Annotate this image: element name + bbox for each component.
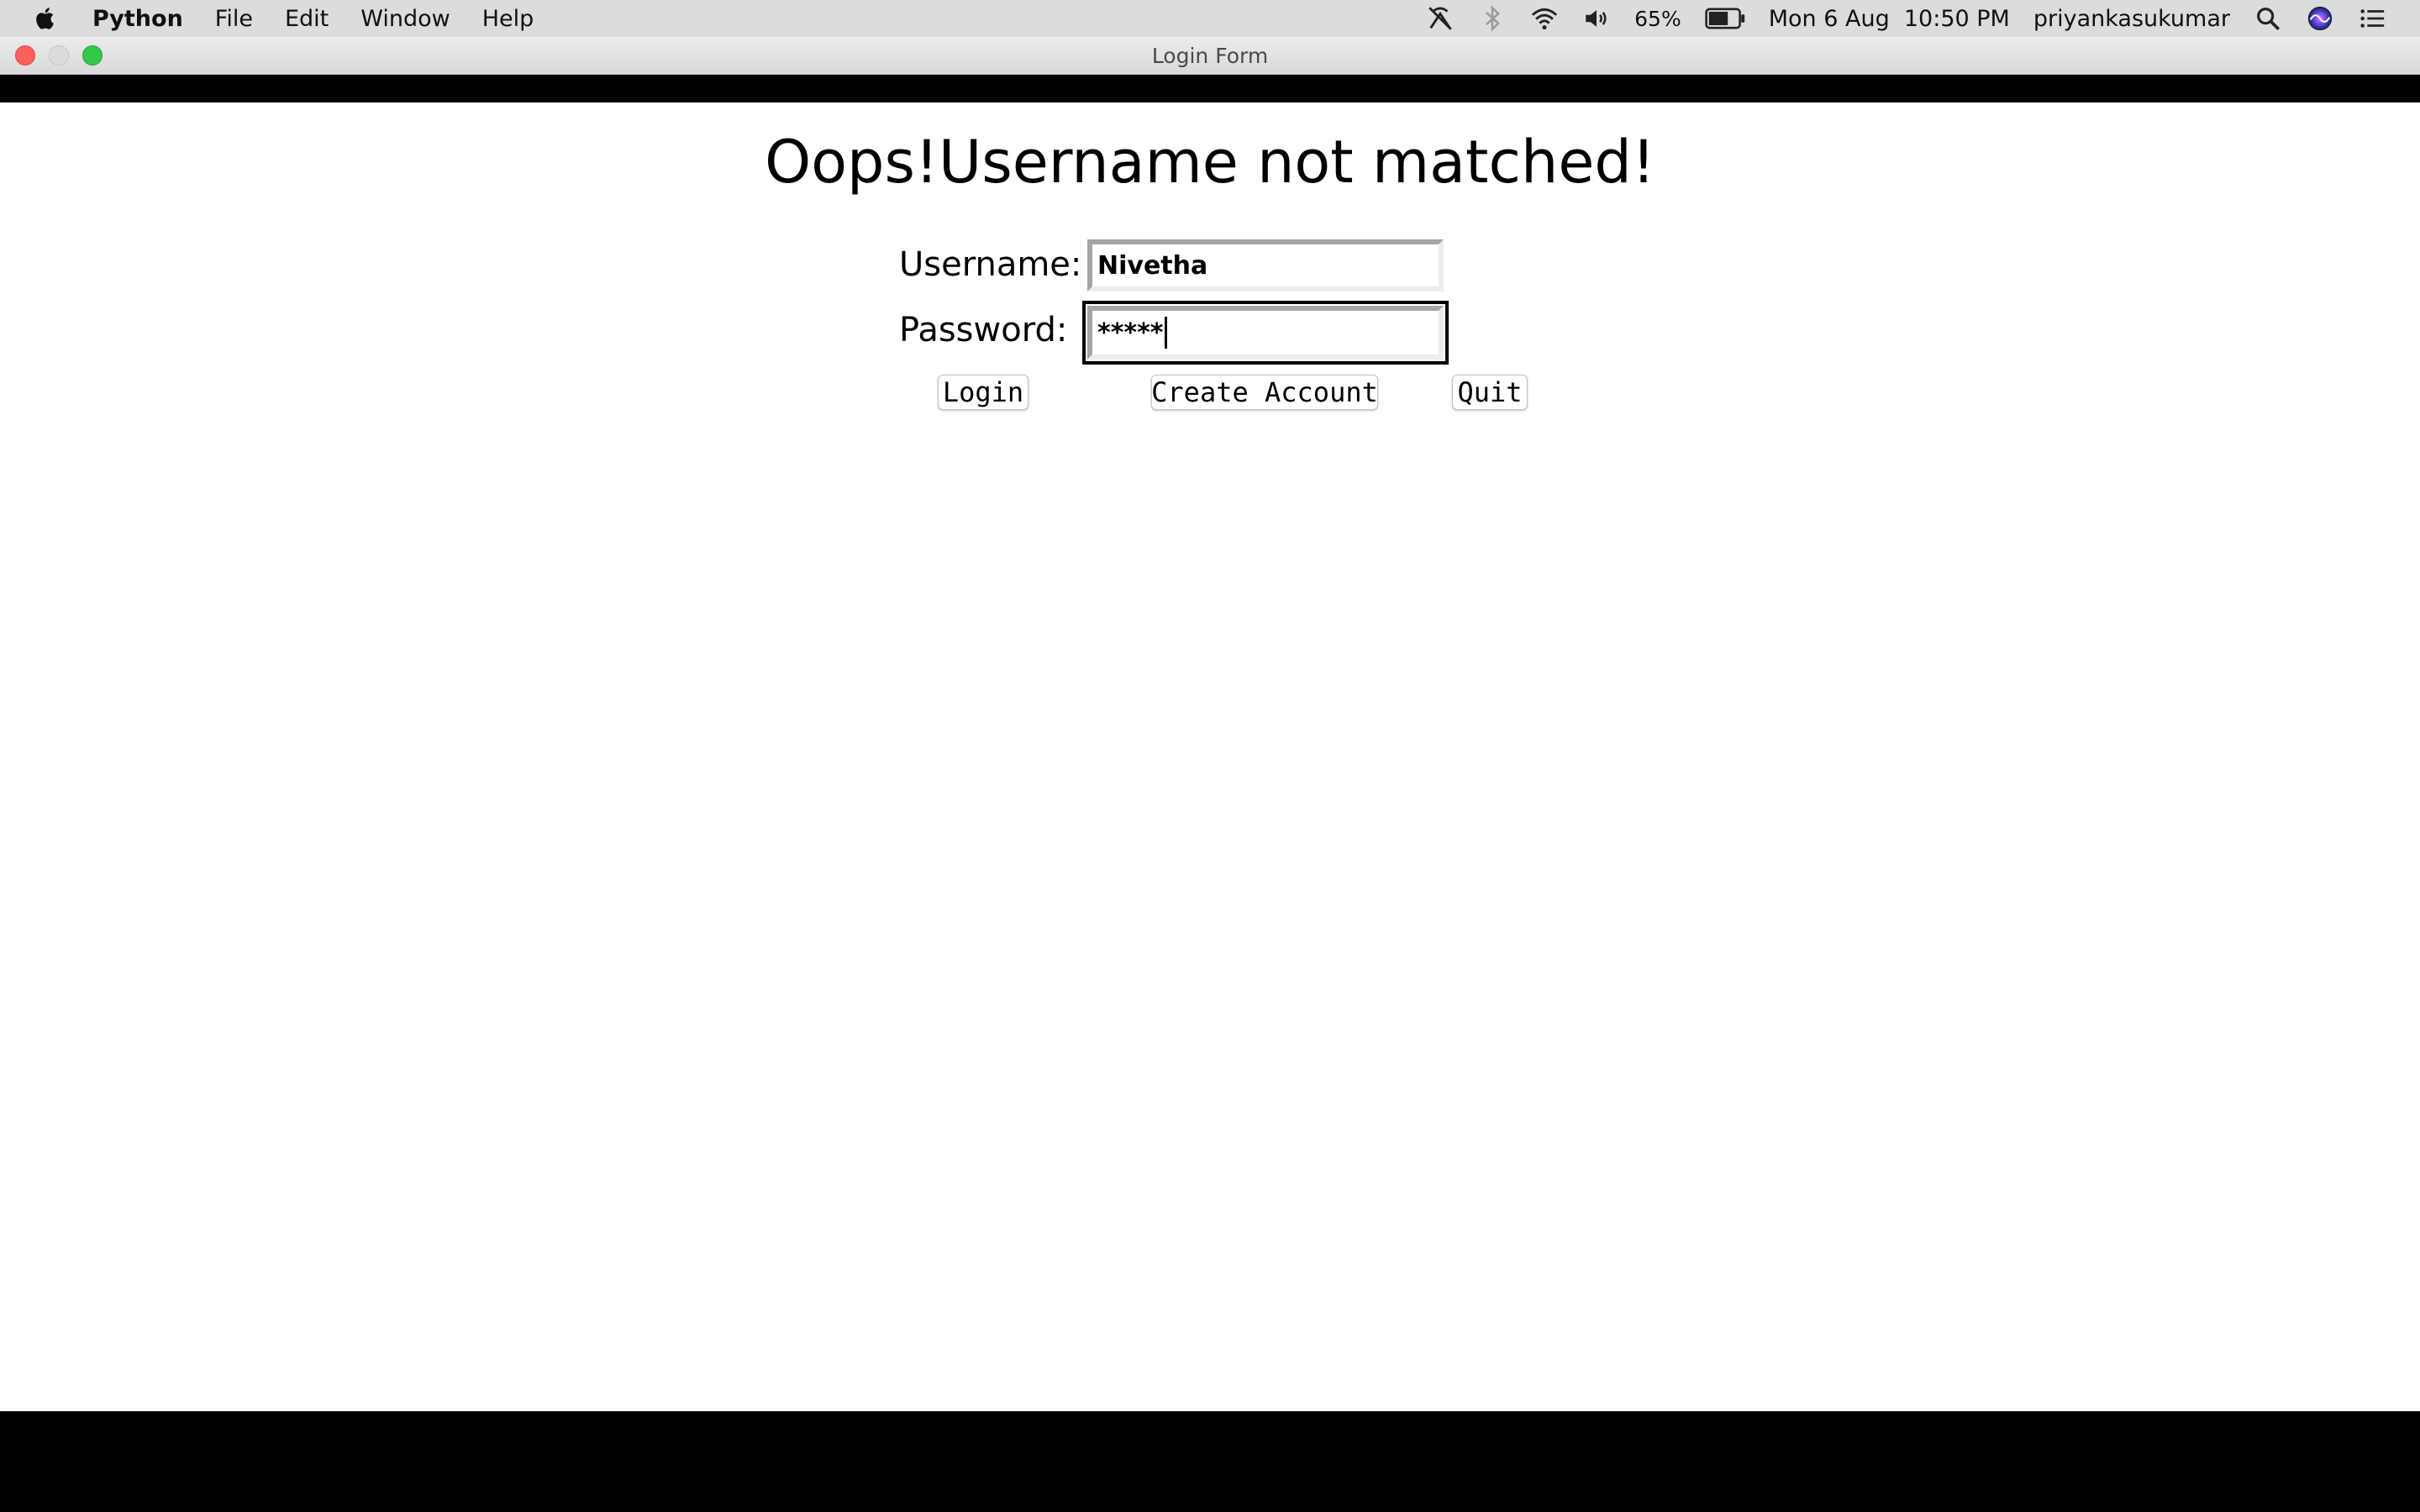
menu-file[interactable]: File: [215, 6, 253, 32]
zoom-button[interactable]: [82, 45, 103, 66]
username-input[interactable]: Nivetha: [1087, 239, 1444, 291]
password-label: Password:: [899, 311, 1068, 349]
create-account-button-label: Create Account: [1151, 376, 1378, 408]
window-title-bar[interactable]: Login Form: [0, 37, 2420, 75]
menu-app-python[interactable]: Python: [92, 6, 183, 32]
text-caret: [1165, 317, 1168, 349]
spotlight-search-icon[interactable]: [2254, 4, 2282, 33]
window-title: Login Form: [1151, 43, 1269, 68]
quit-button[interactable]: Quit: [1452, 375, 1528, 410]
battery-percent[interactable]: 65%: [1634, 7, 1681, 31]
login-button[interactable]: Login: [938, 375, 1028, 410]
siri-icon[interactable]: [2306, 4, 2334, 33]
login-button-label: Login: [942, 376, 1024, 408]
menu-bar-status: 65% Mon 6 Aug 10:50 PM priyankasukumar: [1426, 0, 2386, 37]
menu-edit[interactable]: Edit: [285, 6, 329, 32]
minimize-button[interactable]: [49, 45, 69, 66]
wifi-icon[interactable]: [1530, 4, 1559, 33]
bluetooth-icon[interactable]: [1478, 4, 1507, 33]
battery-icon[interactable]: [1705, 8, 1745, 29]
user-name[interactable]: priyankasukumar: [2033, 6, 2230, 32]
menu-help[interactable]: Help: [482, 6, 534, 32]
airplay-icon[interactable]: [1426, 4, 1455, 33]
quit-button-label: Quit: [1457, 376, 1523, 408]
menu-bar: Python File Edit Window Help 65% Mon 6 A…: [0, 0, 2420, 37]
create-account-button[interactable]: Create Account: [1151, 375, 1378, 410]
password-value: *****: [1097, 318, 1164, 348]
username-value: Nivetha: [1097, 250, 1208, 281]
menu-bar-left: Python File Edit Window Help: [0, 0, 566, 37]
clock[interactable]: Mon 6 Aug 10:50 PM: [1769, 6, 2010, 32]
notification-center-icon[interactable]: [2358, 4, 2386, 33]
password-input[interactable]: *****: [1087, 306, 1444, 360]
apple-icon[interactable]: [34, 6, 59, 31]
menu-window[interactable]: Window: [360, 6, 450, 32]
error-heading: Oops!Username not matched!: [765, 128, 1655, 197]
window-controls: [15, 45, 103, 66]
username-label: Username:: [899, 245, 1082, 284]
login-form-content: Oops!Username not matched! Username: Niv…: [0, 102, 2420, 1411]
close-button[interactable]: [15, 45, 35, 66]
window-top-band: [0, 75, 2420, 102]
volume-icon[interactable]: [1582, 4, 1611, 33]
